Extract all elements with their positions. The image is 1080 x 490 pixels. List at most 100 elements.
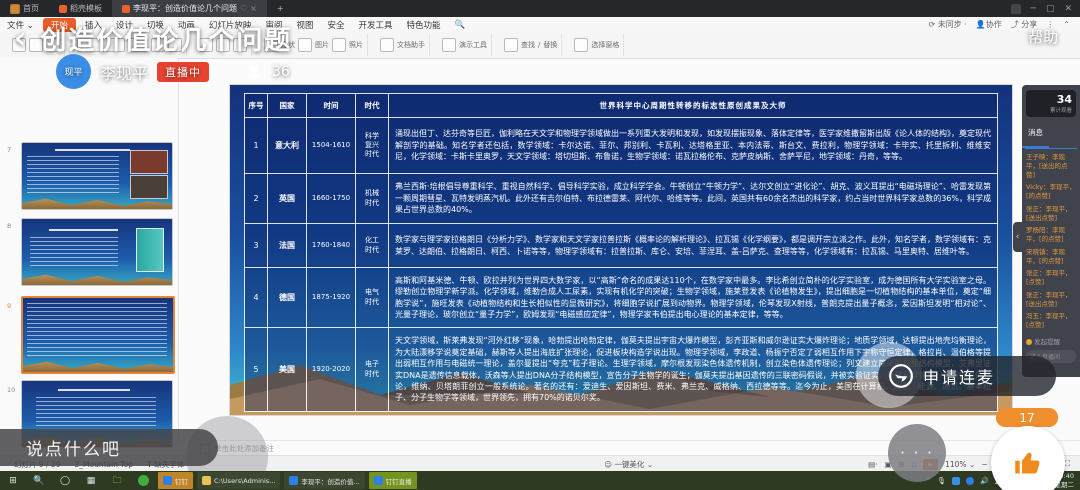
- thumb-number: 8: [7, 222, 12, 230]
- row-period: 1660-1750: [306, 173, 356, 224]
- menu-search-icon[interactable]: 🔍: [448, 20, 473, 30]
- dingtalk-icon: [163, 476, 172, 485]
- chat-message: 张正：李现平，[送出点赞]: [1026, 204, 1072, 222]
- thumbnail-slide-9-current[interactable]: [21, 296, 175, 374]
- tray-app-icon[interactable]: [965, 476, 974, 485]
- tray-app-icon[interactable]: [951, 476, 960, 485]
- new-tab-plus-icon: +: [276, 4, 284, 13]
- chat-collapse-handle[interactable]: ‹: [1013, 222, 1022, 252]
- collapse-ribbon-icon[interactable]: ⌃: [1063, 20, 1070, 29]
- home-icon: [10, 3, 20, 14]
- beautify-button[interactable]: ☺ 一键美化 ⌄: [604, 459, 653, 470]
- viewer-stat-label: 累计观看: [1049, 108, 1072, 114]
- thumbnail-slide-8[interactable]: [21, 218, 173, 286]
- account-badge-icon[interactable]: [1010, 3, 1021, 14]
- row-period: 1504-1610: [306, 117, 356, 174]
- back-chevron-icon[interactable]: ‹: [14, 21, 28, 56]
- taskbar-app-wps-document[interactable]: 李现平：创造价值...: [284, 472, 365, 489]
- zoom-level[interactable]: 110% ⌄: [945, 460, 975, 469]
- tab-home-label: 首页: [23, 4, 39, 13]
- selection-pane-icon[interactable]: [574, 38, 589, 52]
- presenter-avatar[interactable]: 现平: [56, 54, 91, 89]
- tab-home[interactable]: 首页: [0, 0, 49, 17]
- chevron-left-icon: ‹: [1015, 232, 1020, 242]
- microphone-icon[interactable]: 🎙: [937, 477, 946, 485]
- dingtalk-logo-icon: [889, 364, 913, 388]
- row-no: 1: [244, 117, 268, 174]
- col-header-no: 序号: [244, 93, 268, 118]
- menu-security[interactable]: 安全: [320, 19, 351, 31]
- selection-pane-group: 选择窗格: [570, 34, 625, 56]
- photo-label[interactable]: 照片: [349, 40, 363, 50]
- presenter-bar: 现平 李现平 直播中 36: [56, 54, 290, 89]
- present-tools-icon[interactable]: [442, 38, 456, 52]
- start-button[interactable]: ⊞: [0, 471, 26, 490]
- photo-icon[interactable]: [332, 38, 346, 52]
- tray-app-icon[interactable]: [130, 471, 156, 490]
- window-minimize-icon[interactable]: ─: [1031, 4, 1036, 14]
- taskbar-search-icon[interactable]: 🔍: [26, 471, 52, 490]
- sync-status[interactable]: ⟳ 未同步 ·: [928, 19, 966, 30]
- row-text: 高斯和阿基米德、牛顿、欧拉并列为世界四大数学家，以“高斯”命名的成果达110个，…: [388, 267, 998, 328]
- chat-system-notice: 发起提醒: [1026, 336, 1076, 346]
- tab-close-icon[interactable]: ×: [250, 4, 257, 13]
- row-text: 数学家与理学家拉格朗日《分析力学》、数学家和天文学家拉普拉斯《概率论的解析理论》…: [388, 223, 998, 268]
- doc-assistant-label[interactable]: 文档助手: [397, 40, 425, 50]
- new-tab-button[interactable]: +: [267, 0, 294, 17]
- menu-features[interactable]: 特色功能: [400, 19, 448, 31]
- menu-devtools[interactable]: 开发工具: [351, 19, 399, 31]
- window-close-icon[interactable]: ✕: [1064, 4, 1072, 14]
- thumbnail-slide-7[interactable]: [21, 142, 173, 210]
- speaker-icon[interactable]: 🔊: [980, 477, 989, 485]
- row-period: 1760-1840: [306, 223, 356, 268]
- taskbar-app-explorer-window[interactable]: C:\Users\Adminis...: [197, 472, 281, 489]
- comment-input[interactable]: 说点什么吧: [0, 429, 218, 466]
- row-no: 3: [244, 223, 268, 268]
- table-row: 3 法国 1760-1840 化工时代 数学家与理学家拉格朗日《分析力学》、数学…: [244, 223, 998, 268]
- present-tools-label[interactable]: 演示工具: [459, 40, 487, 50]
- notes-toggle-icon[interactable]: ▤·: [868, 460, 877, 469]
- find-label[interactable]: 查找: [521, 40, 535, 50]
- row-text: 弗兰西斯·培根倡导尊重科学、重视自然科学、倡导科学实验，成立科学学会。牛顿创立“…: [388, 173, 998, 224]
- favorite-heart-icon[interactable]: ♡: [240, 4, 247, 13]
- taskbar-app-dingtalk-live[interactable]: 钉钉直播: [368, 472, 417, 489]
- taskbar-app-dingtalk[interactable]: 钉钉: [158, 472, 193, 489]
- replace-label[interactable]: 替换: [543, 40, 557, 50]
- tab-document[interactable]: 李现平：创造价值论几个问题 ♡ ×: [112, 0, 267, 17]
- help-button[interactable]: 帮助: [1028, 26, 1058, 47]
- chat-message: 罗杨阳：李现平，[的点赞]: [1026, 226, 1065, 244]
- file-explorer-icon[interactable]: 🗀: [104, 471, 130, 490]
- stream-title: 创造价值论几个问题: [40, 26, 293, 56]
- request-mic-button[interactable]: 申请连麦: [878, 356, 1056, 396]
- stream-title-bar: ‹ 创造价值论几个问题: [14, 20, 292, 57]
- thumb-photo: [130, 175, 168, 199]
- fit-screen-icon[interactable]: ⛶: [1065, 459, 1070, 469]
- tab-underline: [1025, 148, 1077, 149]
- row-country: 美国: [267, 327, 307, 412]
- zoom-out-icon[interactable]: ─: [982, 460, 987, 469]
- screen: 首页 稻壳模板 李现平：创造价值论几个问题 ♡ × + ─ ▢ ✕ 文件 ⌄ 开始 …: [0, 0, 1080, 490]
- window-restore-icon[interactable]: ▢: [1046, 4, 1055, 14]
- live-chat-panel: 34 累计观看 消息 王子映：李现平，[送出的点赞] Vicky：李现平，[的点…: [1022, 85, 1080, 377]
- tab-docer[interactable]: 稻壳模板: [49, 0, 112, 17]
- chat-message: 冯玉：李现平，[点赞]: [1026, 312, 1072, 330]
- like-button[interactable]: [991, 426, 1065, 490]
- doc-assistant-icon[interactable]: [380, 38, 394, 52]
- col-header-country: 国家: [267, 93, 307, 118]
- row-no: 2: [244, 173, 268, 224]
- image-icon[interactable]: [298, 38, 312, 52]
- image-label[interactable]: 图片: [315, 40, 329, 50]
- row-era: 科学复兴时代: [355, 117, 389, 174]
- selection-pane-label[interactable]: 选择窗格: [591, 40, 619, 50]
- menu-view[interactable]: 视图: [289, 19, 320, 31]
- chat-tab-messages[interactable]: 消息: [1022, 126, 1049, 148]
- wps-doc-icon: [289, 476, 299, 485]
- collaborate-button[interactable]: 👤协作: [976, 19, 1002, 30]
- table-row: 4 德国 1875-1920 电气时代 高斯和阿基米德、牛顿、欧拉并列为世界四大…: [244, 267, 998, 328]
- slide-thumbnail-panel: 7 8 9 10 11: [0, 58, 179, 490]
- cortana-icon[interactable]: ◯: [52, 471, 78, 490]
- task-view-icon[interactable]: ▦: [78, 471, 104, 490]
- find-icon[interactable]: [504, 38, 518, 52]
- row-country: 意大利: [267, 117, 307, 174]
- more-options-button[interactable]: · · ·: [888, 424, 946, 482]
